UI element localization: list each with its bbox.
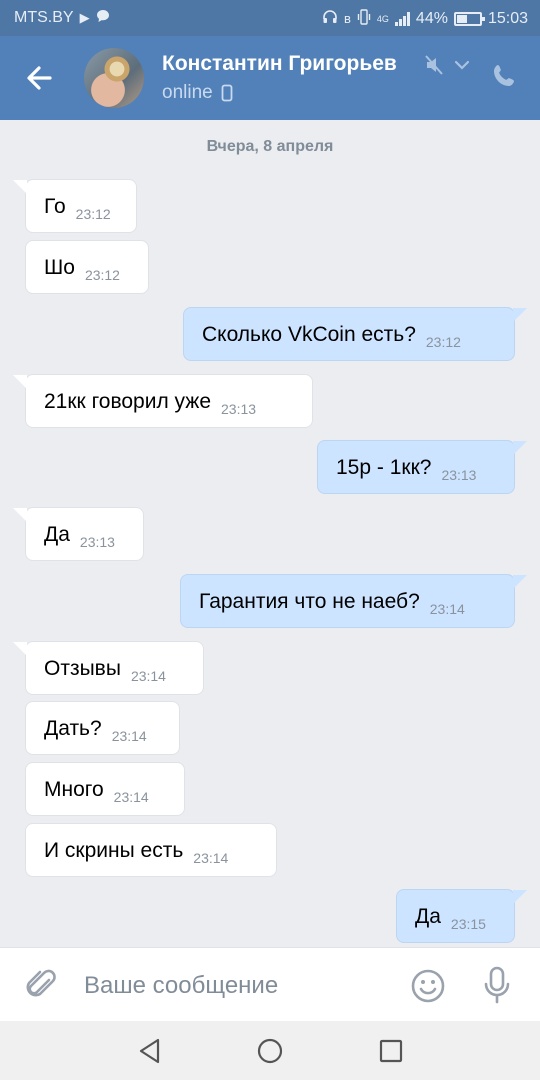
emoji-button[interactable] [410,968,446,1009]
message-time: 23:14 [193,850,229,866]
incoming-message[interactable]: Шо 23:12 [25,240,149,294]
incoming-message[interactable]: Дать? 23:14 [25,701,180,755]
status-left: MTS.BY ▶ [14,9,110,27]
message-text: Сколько VkCoin есть? [202,323,416,346]
outgoing-message[interactable]: Сколько VkCoin есть? 23:12 [183,307,527,361]
message-time: 23:12 [75,206,111,222]
emoji-icon [411,969,445,1003]
microphone-icon [484,966,510,1004]
message-time: 23:14 [113,789,149,805]
battery-icon [453,12,485,26]
nav-recents-button[interactable] [378,1038,404,1069]
call-button[interactable] [490,62,518,95]
phone-icon [494,65,514,86]
clock: 15:03 [487,10,528,27]
voice-message-button[interactable] [482,966,512,1009]
outgoing-message[interactable]: Гарантия что не наеб? 23:14 [180,574,527,628]
message-time: 23:13 [221,401,257,417]
network-type-label: 4G [376,14,389,24]
bluetooth-icon: ʙ [344,11,351,26]
chat-header: Константин Григорьев online [0,36,540,120]
message-time: 23:14 [111,728,147,744]
incoming-message[interactable]: Да 23:13 [13,507,144,561]
incoming-message[interactable]: Много 23:14 [25,762,185,816]
system-navigation-bar [0,1021,540,1080]
status-right: ʙ 4G 44% 15:03 [322,9,528,29]
vibrate-icon [357,9,371,29]
date-separator: Вчера, 8 апреля [206,138,334,155]
back-arrow-icon [27,66,52,90]
nav-home-button[interactable] [256,1037,284,1070]
back-button[interactable] [20,60,60,96]
message-text: 21кк говорил уже [44,390,212,413]
nav-back-button[interactable] [136,1037,164,1070]
message-time: 23:14 [429,601,465,617]
message-text: Го [44,195,66,218]
contact-name[interactable]: Константин Григорьев [162,52,397,76]
incoming-message[interactable]: Отзывы 23:14 [13,641,204,695]
message-text: Гарантия что не наеб? [199,590,420,613]
battery-level-fill [456,15,467,23]
message-text: Много [44,778,104,801]
message-time: 23:15 [450,916,486,932]
chevron-down-icon[interactable] [454,58,470,76]
presence-label: online [162,82,213,103]
attach-button[interactable] [24,966,60,1009]
triangle-back-icon [139,1038,160,1064]
avatar[interactable] [84,48,144,108]
message-time: 23:13 [79,534,115,550]
signal-strength-icon [394,12,410,26]
carrier-label: MTS.BY [14,9,74,26]
outgoing-message[interactable]: Да 23:15 [396,889,527,943]
circle-home-icon [257,1038,283,1064]
status-bar: MTS.BY ▶ ʙ 4G 44% 15:03 [0,0,540,36]
incoming-message[interactable]: 21кк говорил уже 23:13 [13,374,313,428]
outgoing-message[interactable]: 15р - 1кк? 23:13 [317,440,527,494]
message-text: 15р - 1кк? [336,456,432,479]
message-text: Дать? [44,717,102,740]
message-time: 23:12 [84,267,120,283]
message-text: Отзывы [44,657,121,680]
mobile-device-icon [221,84,233,102]
paperclip-icon [26,969,56,997]
message-time: 23:13 [441,467,477,483]
square-recents-icon [379,1039,403,1063]
message-text: Да [44,523,70,546]
battery-percent: 44% [415,10,448,27]
chat-notification-icon [96,9,110,27]
message-time: 23:12 [425,334,461,350]
presence-status: online [162,82,233,104]
incoming-message[interactable]: И скрины есть 23:14 [25,823,277,877]
message-input[interactable] [84,966,384,1006]
message-composer [0,947,540,1021]
mute-icon [424,54,444,81]
message-text: Шо [44,256,75,279]
message-time: 23:14 [130,668,166,684]
play-icon: ▶ [79,10,90,25]
headphones-icon [322,9,338,29]
message-text: Да [415,905,441,928]
incoming-message[interactable]: Го 23:12 [13,179,137,233]
message-text: И скрины есть [44,839,184,862]
